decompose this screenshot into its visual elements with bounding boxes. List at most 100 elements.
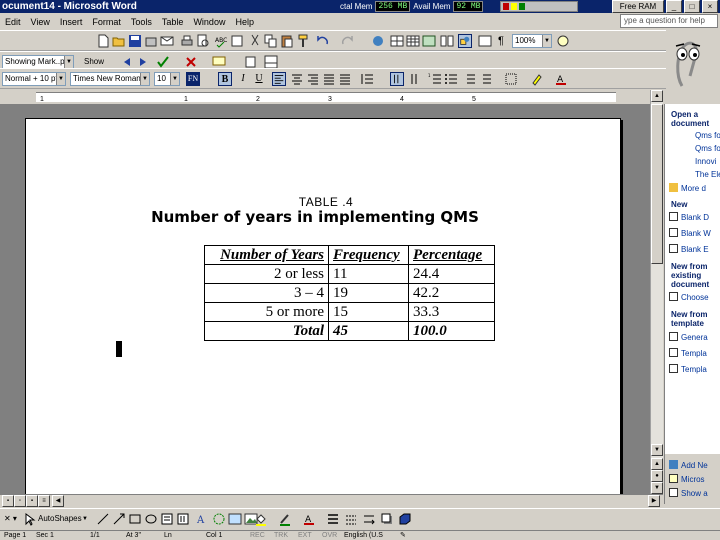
clip-art-icon[interactable]: [228, 512, 242, 526]
track-changes-icon[interactable]: [244, 55, 258, 69]
new-comment-icon[interactable]: [212, 55, 226, 69]
microsoft-help-link[interactable]: Micros: [669, 474, 705, 485]
next-page-icon[interactable]: ▼: [651, 482, 663, 494]
tables-borders-icon[interactable]: [390, 34, 404, 48]
insert-table-icon[interactable]: [406, 34, 420, 48]
vertical-textbox-icon[interactable]: [176, 512, 190, 526]
horizontal-ruler[interactable]: 1 1 2 3 4 5: [0, 90, 650, 104]
italic-button[interactable]: I: [236, 72, 250, 86]
numbering-icon[interactable]: 1: [428, 72, 442, 86]
scroll-right-icon[interactable]: ▶: [648, 495, 660, 507]
office-assistant-icon[interactable]: [668, 36, 708, 92]
border-icon[interactable]: [504, 72, 518, 86]
add-network-place-link[interactable]: Add Ne: [669, 460, 708, 471]
distributed-icon[interactable]: [338, 72, 352, 86]
recent-file-link[interactable]: The Ele: [695, 170, 720, 180]
outline-view-icon[interactable]: ≡: [38, 495, 50, 507]
display-for-review-combo[interactable]: Showing Mark..p ▼: [2, 55, 74, 69]
select-objects-icon[interactable]: [22, 512, 36, 526]
horizontal-scrollbar[interactable]: ▪ ▫ ▪ ≡ ◀ ▶: [0, 494, 663, 508]
next-change-icon[interactable]: [136, 55, 150, 69]
status-rec[interactable]: REC: [250, 531, 265, 540]
scroll-down-icon[interactable]: ▼: [651, 444, 663, 456]
accept-change-icon[interactable]: [156, 55, 170, 69]
print-layout-icon[interactable]: ▪: [26, 495, 38, 507]
cut-icon[interactable]: [248, 34, 262, 48]
general-templates-link[interactable]: Genera: [669, 332, 708, 343]
templates-web-link[interactable]: Templa: [669, 348, 707, 359]
line-spacing-icon[interactable]: [360, 72, 374, 86]
new-document-icon[interactable]: [96, 34, 110, 48]
textbox-tool-icon[interactable]: [160, 512, 174, 526]
dash-style-icon[interactable]: [344, 512, 358, 526]
close-button[interactable]: ×: [702, 0, 718, 13]
show-menu-button[interactable]: Show: [84, 55, 104, 69]
blank-web-page-link[interactable]: Blank W: [669, 228, 711, 239]
undo-icon[interactable]: [316, 34, 330, 48]
drawing-icon[interactable]: [458, 34, 472, 48]
free-ram-button[interactable]: Free RAM: [612, 0, 664, 13]
status-ovr[interactable]: OVR: [322, 531, 337, 540]
recent-file-link[interactable]: Innovi: [695, 157, 716, 167]
columns-icon[interactable]: [440, 34, 454, 48]
open-folder-icon[interactable]: [112, 34, 126, 48]
browse-object-icon[interactable]: ●: [651, 470, 663, 482]
rtl-icon[interactable]: [406, 72, 420, 86]
zoom-combo[interactable]: 100% ▼: [512, 34, 552, 48]
line-color-icon[interactable]: [278, 512, 292, 526]
menu-edit[interactable]: Edit: [0, 17, 26, 27]
maximize-button[interactable]: □: [684, 0, 700, 13]
normal-view-icon[interactable]: ▪: [2, 495, 14, 507]
spelling-status-icon[interactable]: ✎: [400, 531, 406, 540]
align-right-icon[interactable]: [306, 72, 320, 86]
reject-change-icon[interactable]: [184, 55, 198, 69]
choose-document-link[interactable]: Choose: [669, 292, 709, 303]
line-style-icon[interactable]: [326, 512, 340, 526]
font-color-icon[interactable]: A: [302, 512, 316, 526]
justify-icon[interactable]: [322, 72, 336, 86]
save-icon[interactable]: [128, 34, 142, 48]
document-page[interactable]: TABLE .4 Number of years in implementing…: [25, 118, 621, 498]
ltr-icon[interactable]: [390, 72, 404, 86]
scroll-up-icon[interactable]: ▲: [651, 90, 663, 102]
line-tool-icon[interactable]: [96, 512, 110, 526]
font-size-combo[interactable]: 10 ▼: [154, 72, 180, 86]
help-search-input[interactable]: ype a question for help: [620, 14, 718, 28]
scroll-left-icon[interactable]: ◀: [52, 495, 64, 507]
menu-window[interactable]: Window: [188, 17, 230, 27]
web-view-icon[interactable]: ▫: [14, 495, 26, 507]
shadow-style-icon[interactable]: [380, 512, 394, 526]
permission-icon[interactable]: [144, 34, 158, 48]
line-format-icon[interactable]: FN: [186, 72, 200, 86]
show-at-startup-link[interactable]: Show a: [669, 488, 708, 499]
prev-page-icon[interactable]: ▲: [651, 458, 663, 470]
redo-icon[interactable]: [340, 34, 354, 48]
increase-indent-icon[interactable]: [478, 72, 492, 86]
minimize-button[interactable]: _: [666, 0, 682, 13]
previous-change-icon[interactable]: [120, 55, 134, 69]
email-icon[interactable]: [160, 34, 174, 48]
reviewing-pane-icon[interactable]: [264, 55, 278, 69]
paste-icon[interactable]: [280, 34, 294, 48]
font-combo[interactable]: Times New Roman ▼: [70, 72, 150, 86]
underline-button[interactable]: U: [252, 72, 266, 86]
print-icon[interactable]: [180, 34, 194, 48]
3d-style-icon[interactable]: [398, 512, 412, 526]
wordart-icon[interactable]: A: [196, 512, 210, 526]
fill-color-icon[interactable]: [254, 512, 268, 526]
insert-excel-icon[interactable]: [422, 34, 436, 48]
bullets-icon[interactable]: [444, 72, 458, 86]
status-trk[interactable]: TRK: [274, 531, 288, 540]
help-icon[interactable]: [556, 34, 570, 48]
autoshapes-menu[interactable]: AutoShapes: [38, 512, 82, 526]
decrease-indent-icon[interactable]: [462, 72, 476, 86]
arrow-style-icon[interactable]: [362, 512, 376, 526]
spelling-icon[interactable]: ABC: [214, 34, 228, 48]
menu-tools[interactable]: Tools: [126, 17, 157, 27]
align-center-icon[interactable]: [290, 72, 304, 86]
menu-table[interactable]: Table: [157, 17, 189, 27]
document-map-icon[interactable]: [478, 34, 492, 48]
research-icon[interactable]: [230, 34, 244, 48]
bold-button[interactable]: B: [218, 72, 232, 86]
hyperlink-icon[interactable]: [372, 34, 386, 48]
